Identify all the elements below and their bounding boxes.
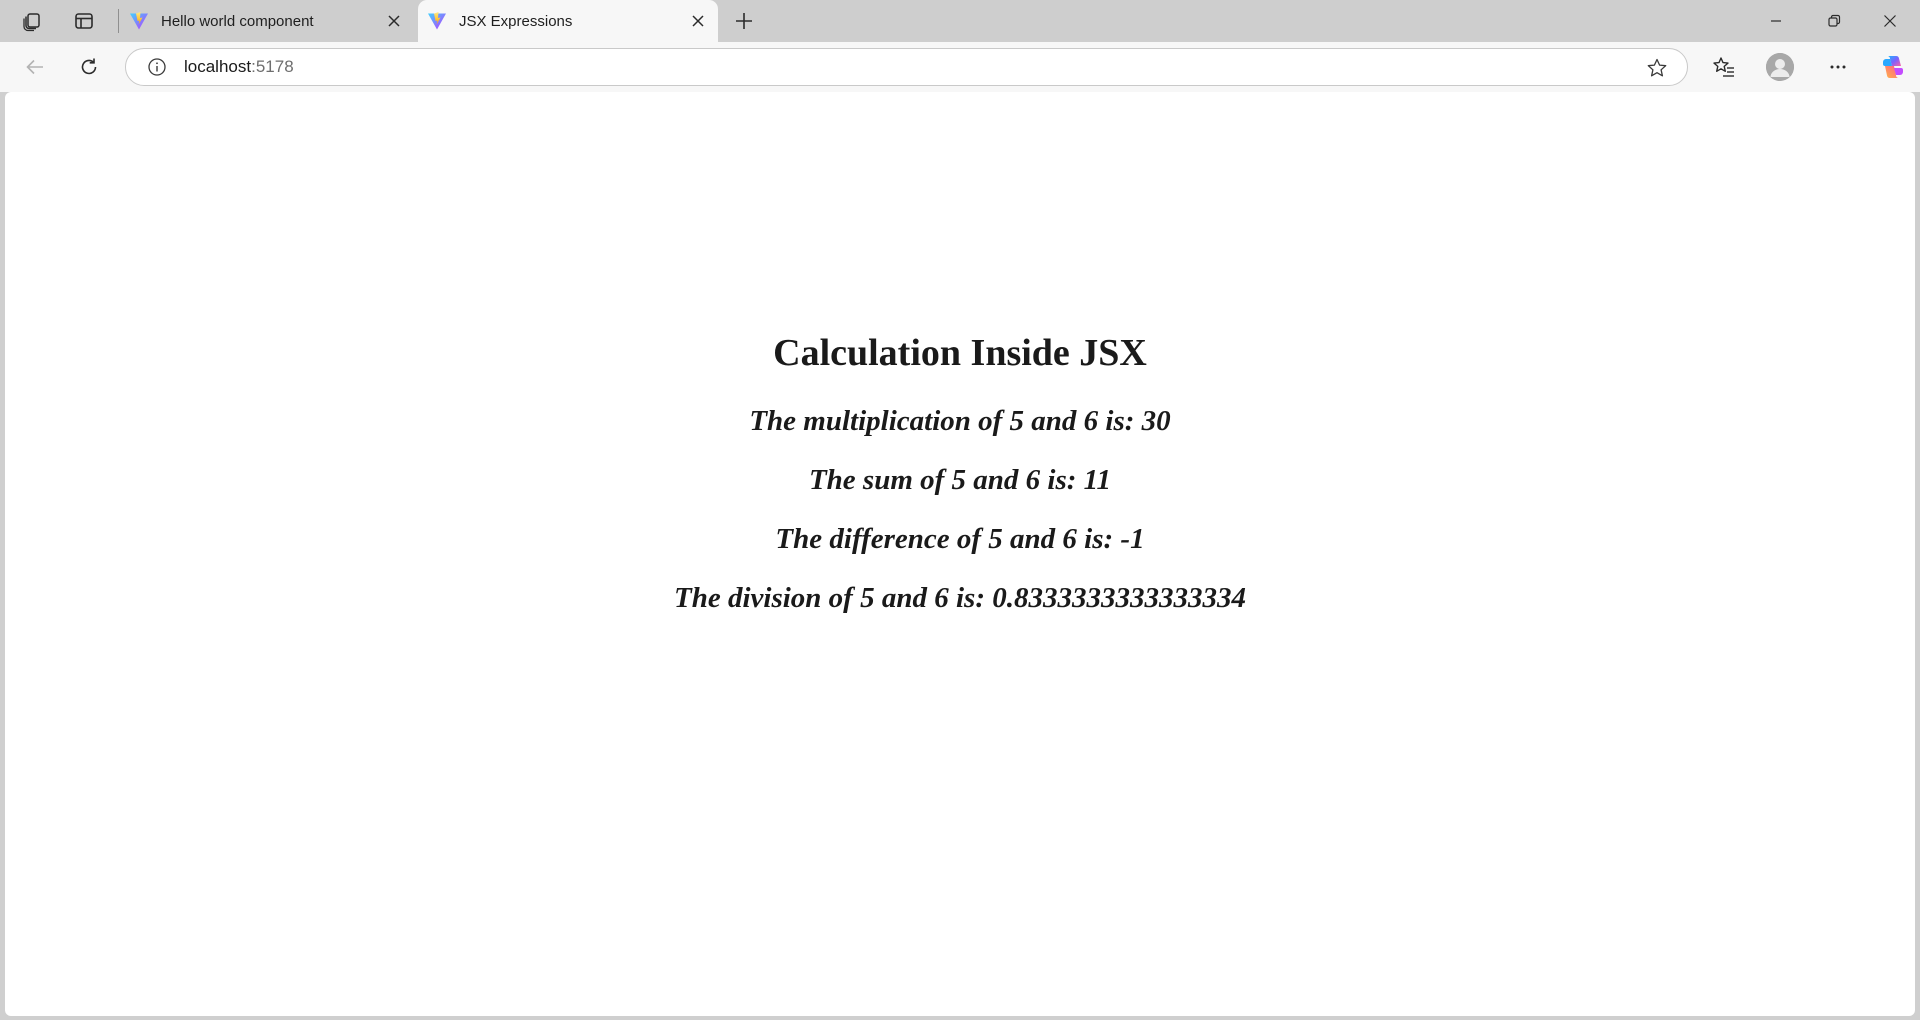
new-tab-button[interactable] — [726, 5, 762, 37]
workspaces-icon[interactable] — [14, 5, 50, 37]
refresh-button[interactable] — [71, 49, 107, 85]
sum-result: The sum of 5 and 6 is: 11 — [808, 464, 1112, 496]
copilot-button[interactable] — [1875, 49, 1911, 85]
refresh-icon — [81, 58, 97, 75]
close-icon — [1884, 15, 1896, 27]
more-button[interactable] — [1820, 49, 1856, 85]
more-icon — [1830, 65, 1846, 69]
tab-actions-icon[interactable] — [66, 5, 102, 37]
division-result: The division of 5 and 6 is: 0.8333333333… — [674, 582, 1246, 614]
difference-result: The difference of 5 and 6 is: -1 — [775, 523, 1145, 555]
restore-icon — [1828, 14, 1841, 27]
tab-close-icon[interactable] — [684, 7, 712, 35]
back-arrow-icon — [26, 59, 43, 75]
favorites-button[interactable] — [1706, 49, 1742, 85]
address-bar[interactable]: localhost:5178 — [125, 48, 1688, 86]
multiplication-result: The multiplication of 5 and 6 is: 30 — [749, 405, 1171, 437]
browser-toolbar: localhost:5178 — [0, 42, 1920, 92]
tab-close-icon[interactable] — [380, 7, 408, 35]
minimize-icon — [1771, 20, 1781, 22]
vite-logo-icon — [130, 12, 148, 30]
tab-title: JSX Expressions — [459, 12, 573, 30]
close-window-button[interactable] — [1862, 0, 1918, 42]
tab-hello-world-component[interactable]: Hello world component — [122, 0, 414, 42]
tab-jsx-expressions[interactable]: JSX Expressions — [418, 0, 718, 42]
copilot-icon — [1883, 55, 1903, 79]
vite-logo-icon — [428, 12, 446, 30]
plus-icon — [736, 13, 752, 29]
tab-separator — [118, 9, 119, 33]
favorites-list-icon — [1713, 57, 1734, 77]
star-icon[interactable] — [1645, 56, 1669, 80]
avatar[interactable] — [1766, 53, 1794, 81]
back-button[interactable] — [17, 49, 53, 85]
minimize-button[interactable] — [1748, 0, 1804, 42]
url-port: :5178 — [251, 57, 294, 76]
info-icon[interactable] — [146, 56, 168, 78]
browser-window: Hello world component JSX Expressions lo… — [0, 0, 1920, 1020]
restore-button[interactable] — [1806, 0, 1862, 42]
tab-title: Hello world component — [161, 12, 314, 30]
page-viewport: Calculation Inside JSX The multiplicatio… — [5, 92, 1915, 1016]
page-title: Calculation Inside JSX — [773, 332, 1147, 374]
url-host: localhost — [184, 57, 252, 76]
tab-strip: Hello world component JSX Expressions — [0, 0, 1920, 42]
